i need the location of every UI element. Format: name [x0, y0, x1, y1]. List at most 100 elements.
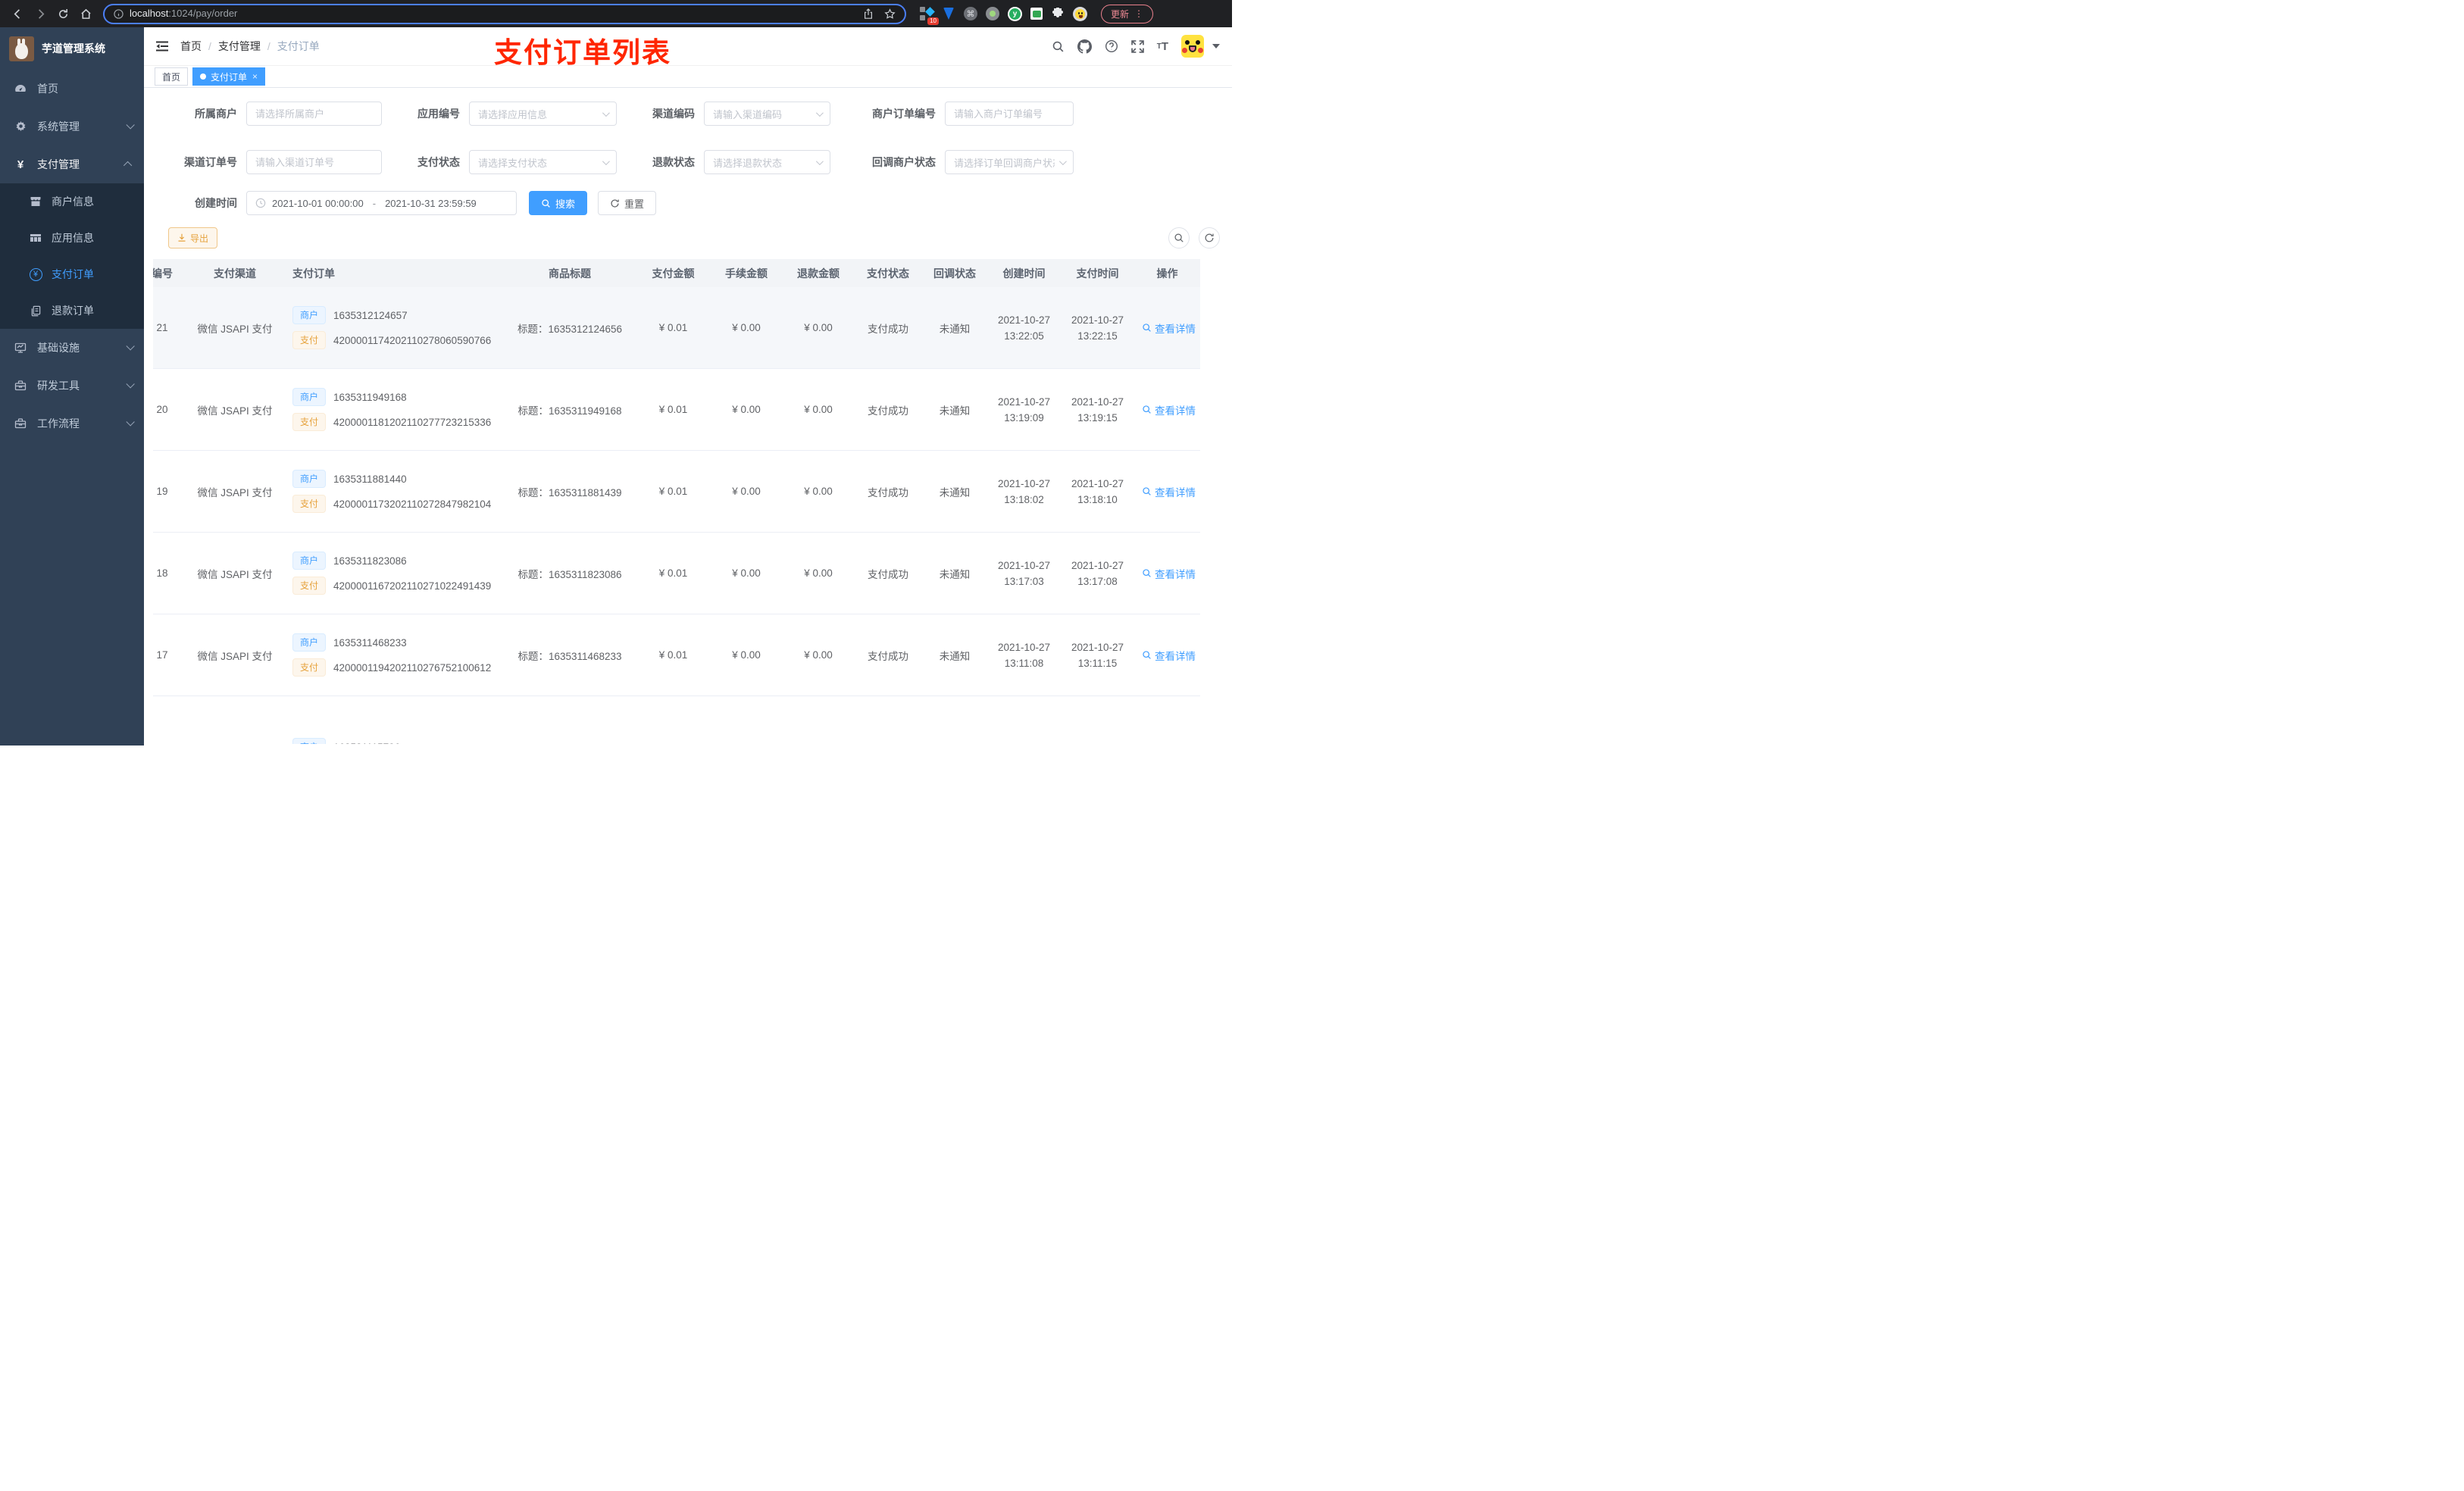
view-detail-link[interactable]: 查看详情	[1142, 320, 1196, 336]
table-row[interactable]: 21 微信 JSAPI 支付 商户 1635312124657 支付 4200001…	[153, 287, 1200, 369]
search-icon	[1143, 569, 1151, 577]
col-pay-order: 支付订单	[285, 259, 503, 287]
site-info-icon[interactable]	[114, 8, 124, 19]
browser-menu-icon[interactable]: ⋮	[1134, 8, 1143, 19]
back-icon[interactable]	[8, 4, 27, 23]
sidebar-item-pay[interactable]: ¥ 支付管理	[0, 145, 144, 183]
cell-channel: 微信 JSAPI 支付	[185, 450, 285, 533]
export-button[interactable]: 导出	[168, 227, 218, 248]
extension-chat-icon[interactable]	[1030, 8, 1043, 20]
refresh-table-button[interactable]	[1199, 227, 1220, 248]
cell-actions	[1134, 695, 1200, 744]
table-row[interactable]: 19 微信 JSAPI 支付 商户 1635311881440 支付 4200001…	[153, 450, 1200, 533]
sidebar-item-refund-order[interactable]: 退款订单	[0, 292, 144, 329]
cell-refund: ¥ 0.00	[783, 532, 854, 614]
label-merchant-order-no: 商户订单编号	[872, 108, 936, 120]
channel-order-no-field[interactable]	[255, 156, 373, 168]
forward-icon[interactable]	[30, 4, 50, 23]
search-icon	[542, 198, 550, 208]
sidebar-toggle-icon[interactable]	[155, 39, 169, 53]
extension-blocks-icon[interactable]: 10	[920, 7, 939, 25]
merchant-order-no-input[interactable]	[945, 102, 1074, 126]
dashboard-icon	[14, 83, 27, 95]
download-icon	[178, 233, 186, 242]
home-icon[interactable]	[76, 4, 95, 23]
fullscreen-icon[interactable]	[1130, 39, 1144, 53]
sidebar-item-merchant-info[interactable]: 商户信息	[0, 183, 144, 220]
sidebar-item-infra[interactable]: 基础设施	[0, 329, 144, 367]
cell-title: 标题：1635311881439	[503, 450, 636, 533]
cell-title: 标题：1635312124656	[503, 287, 636, 369]
channel-order-no: 4200001174202110278060590766	[333, 334, 492, 346]
extension-dot-icon[interactable]	[986, 7, 999, 20]
extension-y-icon[interactable]: y	[1008, 6, 1022, 21]
table-row[interactable]: 20 微信 JSAPI 支付 商户 1635311949168 支付 4200001…	[153, 368, 1200, 451]
sidebar-item-devtools[interactable]: 研发工具	[0, 367, 144, 405]
callback-status-select[interactable]: 请选择订单回调商户状态	[945, 150, 1074, 174]
merchant-order-no-field[interactable]	[954, 108, 1065, 120]
cell-channel: 微信 JSAPI 支付	[185, 287, 285, 369]
cell-fee: ¥ 0.00	[710, 287, 783, 369]
sidebar-item-app-info[interactable]: 应用信息	[0, 220, 144, 256]
breadcrumb-section[interactable]: 支付管理	[218, 39, 261, 54]
cell-pay-order: 商户 1635311468233 支付 4200001194202110276752…	[285, 614, 503, 696]
search-button[interactable]: 搜索	[529, 191, 588, 215]
label-refund-status: 退款状态	[652, 156, 695, 168]
app-select[interactable]: 请选择应用信息	[469, 102, 617, 126]
breadcrumb-home[interactable]: 首页	[180, 39, 202, 54]
breadcrumb: 首页 / 支付管理 / 支付订单	[180, 39, 320, 54]
tab-pay-order[interactable]: 支付订单 ×	[192, 67, 266, 86]
view-detail-link[interactable]: 查看详情	[1142, 484, 1196, 499]
sidebar-item-pay-order[interactable]: ¥ 支付订单	[0, 256, 144, 292]
merchant-input-field[interactable]	[255, 108, 373, 120]
cell-channel: 微信 JSAPI 支付	[185, 368, 285, 451]
share-icon[interactable]	[863, 8, 874, 20]
help-icon[interactable]	[1105, 39, 1118, 53]
sidebar-item-system[interactable]: 系统管理	[0, 108, 144, 145]
col-actions: 操作	[1134, 259, 1200, 287]
refund-status-select[interactable]: 请选择退款状态	[704, 150, 830, 174]
cell-fee: ¥ 0.00	[710, 614, 783, 696]
browser-update-button[interactable]: 更新 ⋮	[1101, 4, 1154, 23]
channel-order-no-input[interactable]	[246, 150, 382, 174]
close-icon[interactable]: ×	[252, 71, 258, 82]
header-search-icon[interactable]	[1052, 40, 1065, 53]
merchant-input[interactable]	[246, 102, 382, 126]
create-time-range-picker[interactable]: 2021-10-01 00:00:00 - 2021-10-31 23:59:5…	[246, 191, 517, 215]
cell-amount: ¥ 0.01	[636, 368, 710, 451]
profile-emoji-icon[interactable]	[1073, 6, 1087, 21]
browser-chrome: localhost:1024/pay/order 10 ⌘ y 更新 ⋮	[0, 0, 1232, 27]
view-detail-link[interactable]: 查看详情	[1142, 566, 1196, 581]
search-icon	[1143, 405, 1151, 414]
pay-status-select[interactable]: 请选择支付状态	[469, 150, 617, 174]
table-row[interactable]: 18 微信 JSAPI 支付 商户 1635311823086 支付 4200001…	[153, 532, 1200, 614]
show-search-toggle-button[interactable]	[1168, 227, 1190, 248]
view-detail-link[interactable]: 查看详情	[1142, 648, 1196, 663]
active-dot	[200, 73, 207, 80]
extension-command-icon[interactable]: ⌘	[964, 7, 977, 20]
sidebar-item-workflow[interactable]: 工作流程	[0, 405, 144, 442]
font-size-icon[interactable]: TT	[1157, 40, 1168, 53]
github-icon[interactable]	[1077, 39, 1092, 54]
store-icon	[29, 195, 42, 208]
sidebar-item-home[interactable]: 首页	[0, 70, 144, 108]
extension-kite-icon[interactable]	[942, 7, 955, 20]
orders-table: 编号 支付渠道 支付订单 商品标题 支付金额 手续金额 退款金额 支付状态 回调…	[153, 259, 1200, 744]
view-detail-link[interactable]: 查看详情	[1142, 402, 1196, 417]
bookmark-star-icon[interactable]	[884, 8, 896, 20]
url-bar[interactable]: localhost:1024/pay/order	[103, 3, 906, 24]
avatar-caret-icon[interactable]	[1212, 44, 1220, 48]
table-row[interactable]: 17 微信 JSAPI 支付 商户 1635311468233 支付 4200001…	[153, 614, 1200, 696]
cell-refund: ¥ 0.00	[783, 614, 854, 696]
table-row[interactable]: 商户163531115706 支付 标题：	[153, 695, 1200, 744]
clock-icon	[255, 198, 266, 208]
reload-icon[interactable]	[53, 4, 73, 23]
pay-tag: 支付	[292, 495, 327, 513]
reset-button[interactable]: 重置	[598, 191, 657, 215]
gear-icon	[14, 120, 27, 133]
extensions-puzzle-icon[interactable]	[1051, 7, 1065, 20]
cell-fee: ¥ 0.00	[710, 450, 783, 533]
tab-home[interactable]: 首页	[155, 67, 189, 86]
user-avatar[interactable]	[1181, 35, 1204, 58]
channel-code-select[interactable]: 请输入渠道编码	[704, 102, 830, 126]
